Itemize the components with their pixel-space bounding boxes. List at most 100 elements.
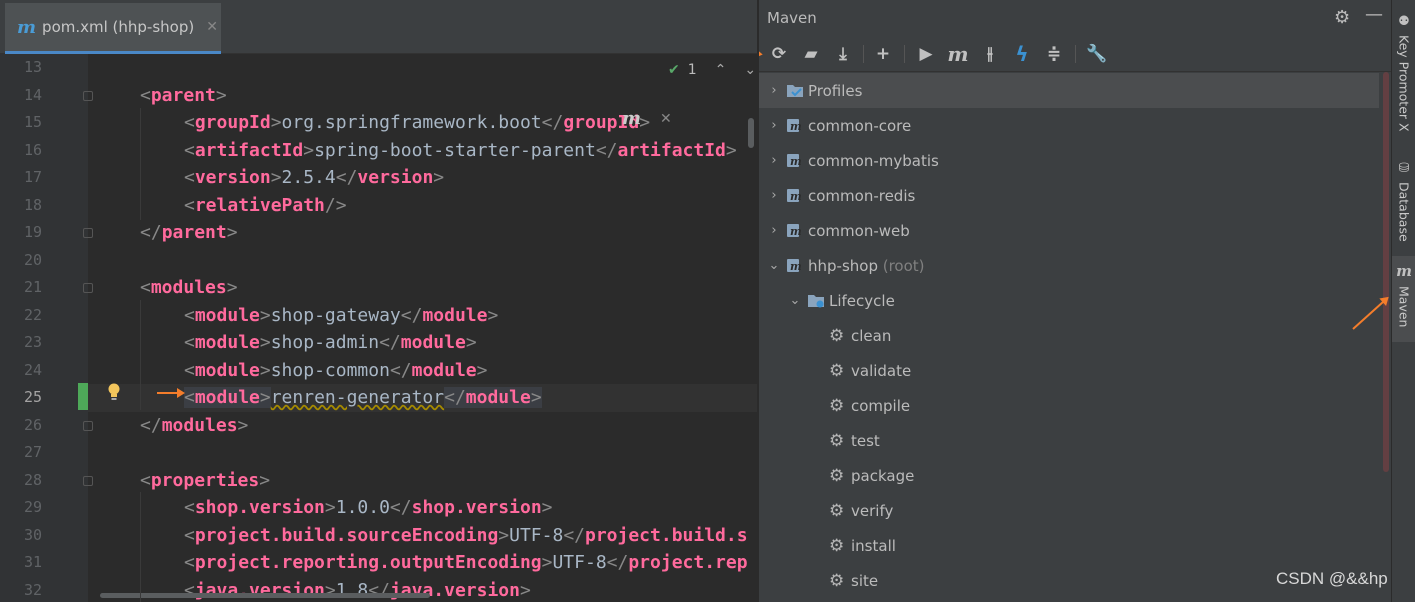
- chevron-down-icon[interactable]: ⌄: [767, 258, 781, 273]
- execute-goal-icon[interactable]: m: [946, 42, 970, 66]
- xml-text: 1.0.0: [335, 497, 390, 518]
- tree-item-validate[interactable]: ⚙ validate: [759, 353, 1379, 388]
- maven-tree-scrollbar[interactable]: [1383, 72, 1389, 472]
- fold-marker-icon[interactable]: [83, 90, 93, 101]
- line-number: 29: [23, 498, 42, 516]
- editor-horizontal-scrollbar[interactable]: [100, 593, 430, 598]
- tree-item-clean[interactable]: ⚙ clean: [759, 318, 1379, 353]
- xml-bracket: <: [140, 84, 151, 106]
- xml-bracket: </: [140, 414, 162, 436]
- code-line: <module>shop-admin</module>: [184, 329, 477, 357]
- xml-bracket: <: [184, 497, 195, 518]
- xml-bracket: >: [324, 497, 336, 518]
- xml-tag-name: artifactId: [617, 139, 726, 161]
- tree-item-verify[interactable]: ⚙ verify: [759, 493, 1379, 528]
- xml-bracket: <: [184, 524, 195, 546]
- check-icon: ✔: [668, 62, 680, 78]
- tree-item-hhp-shop[interactable]: ⌄ m hhp-shop (root): [759, 248, 1379, 283]
- svg-text:m: m: [790, 260, 802, 273]
- xml-tag-name: shop.version: [194, 497, 325, 518]
- side-tab-key-promoter-x[interactable]: ⚉ Key Promoter X: [1392, 8, 1415, 138]
- fold-marker-icon[interactable]: [83, 283, 93, 293]
- editor-panel: m pom.xml (hhp-shop) ✕ 13 14 15 16 17 18 19 20 2…: [0, 0, 757, 602]
- chevron-right-icon[interactable]: ›: [767, 188, 781, 203]
- inspection-widget[interactable]: ✔ 1 ⌃ ⌄: [668, 62, 756, 78]
- tab-pom-xml[interactable]: m pom.xml (hhp-shop) ✕: [5, 3, 221, 54]
- code-line: <module>shop-gateway</module>: [184, 302, 498, 330]
- tree-item-test[interactable]: ⚙ test: [759, 423, 1379, 458]
- maven-load-icon[interactable]: m: [622, 108, 641, 129]
- toolbar-separator: [863, 45, 864, 63]
- fold-marker-icon[interactable]: [83, 475, 93, 486]
- collapse-all-icon[interactable]: ≑: [1042, 42, 1066, 66]
- minimize-icon[interactable]: —: [1365, 4, 1383, 25]
- maven-module-icon: m: [787, 154, 802, 168]
- gear-icon: ⚙: [829, 500, 845, 521]
- tree-item-common-mybatis[interactable]: › m common-mybatis: [759, 143, 1379, 178]
- skip-tests-icon[interactable]: ϟ: [1010, 42, 1034, 66]
- tree-item-common-core[interactable]: › m common-core: [759, 108, 1379, 143]
- code-line: <groupId>org.springframework.boot</group…: [184, 109, 650, 137]
- xml-bracket: >: [259, 387, 271, 408]
- maven-module-icon: m: [787, 189, 802, 203]
- chevron-up-icon[interactable]: ⌃: [715, 62, 727, 78]
- settings-wrench-icon[interactable]: 🔧: [1085, 42, 1109, 66]
- chevron-right-icon[interactable]: ›: [767, 83, 781, 98]
- chevron-right-icon[interactable]: ›: [767, 118, 781, 133]
- fold-marker-icon[interactable]: [83, 420, 93, 431]
- tree-item-common-web[interactable]: › m common-web: [759, 213, 1379, 248]
- vcs-change-marker: [78, 383, 88, 410]
- run-icon[interactable]: ▶: [914, 42, 938, 66]
- tree-item-compile[interactable]: ⚙ compile: [759, 388, 1379, 423]
- chevron-down-icon[interactable]: ⌄: [788, 293, 802, 308]
- tree-item-common-redis[interactable]: › m common-redis: [759, 178, 1379, 213]
- close-icon[interactable]: ✕: [206, 19, 218, 35]
- xml-bracket: >: [303, 139, 315, 161]
- line-number: 13: [23, 58, 42, 76]
- xml-tag-name: modules: [150, 277, 227, 298]
- chevron-down-icon[interactable]: ⌄: [744, 62, 756, 78]
- xml-bracket: >: [215, 84, 227, 106]
- code-line: <shop.version>1.0.0</shop.version>: [184, 494, 553, 522]
- fold-marker-icon[interactable]: [83, 228, 93, 238]
- xml-text: 2.5.4: [281, 167, 336, 188]
- chevron-right-icon[interactable]: ›: [767, 153, 781, 168]
- xml-bracket: <: [184, 304, 195, 326]
- line-number: 16: [23, 140, 42, 159]
- toggle-offline-icon[interactable]: ⫲: [978, 42, 1002, 66]
- tree-item-label: verify: [851, 501, 894, 520]
- gear-icon: ⚙: [829, 395, 845, 416]
- xml-bracket: </: [389, 497, 412, 518]
- side-tab-maven[interactable]: m Maven: [1392, 256, 1415, 342]
- xml-bracket: >: [259, 359, 271, 381]
- side-tab-database[interactable]: ⛁ Database: [1392, 155, 1415, 245]
- tree-item-install[interactable]: ⚙ install: [759, 528, 1379, 563]
- side-tab-label: Database: [1396, 182, 1412, 242]
- reload-icon[interactable]: ⟳: [767, 42, 791, 66]
- code-line: <parent>: [140, 82, 227, 110]
- indent-guide: [140, 492, 141, 602]
- gear-icon: ⚙: [829, 570, 845, 591]
- maven-module-icon: m: [787, 119, 802, 133]
- code-line: </parent>: [140, 219, 238, 247]
- tree-item-lifecycle[interactable]: ⌄ Lifecycle: [759, 283, 1379, 318]
- line-number: 21: [23, 278, 42, 296]
- xml-bracket: </: [563, 524, 585, 546]
- close-popup-icon[interactable]: ✕: [660, 111, 672, 127]
- lightbulb-icon[interactable]: [107, 383, 121, 401]
- add-folder-icon[interactable]: ▰: [799, 42, 823, 66]
- lifecycle-folder-icon: [808, 295, 824, 308]
- line-number: 32: [23, 580, 42, 599]
- xml-bracket: >: [530, 387, 542, 408]
- xml-bracket: >: [226, 277, 238, 298]
- tree-item-package[interactable]: ⚙ package: [759, 458, 1379, 493]
- chevron-right-icon[interactable]: ›: [767, 223, 781, 238]
- tree-item-label: common-web: [808, 221, 910, 240]
- xml-tag-name: properties: [150, 469, 260, 491]
- tree-item-profiles[interactable]: › Profiles: [759, 73, 1379, 108]
- download-icon[interactable]: ⤓: [831, 42, 855, 66]
- xml-bracket: </: [444, 387, 466, 408]
- add-icon[interactable]: +: [871, 42, 895, 66]
- editor-vertical-scrollbar[interactable]: [748, 118, 754, 148]
- gear-icon[interactable]: ⚙: [1334, 7, 1350, 28]
